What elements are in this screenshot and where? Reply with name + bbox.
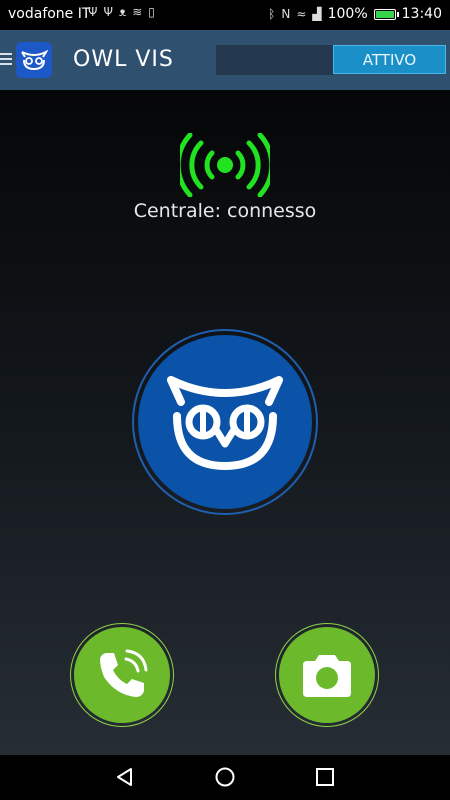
camera-icon: [303, 655, 351, 697]
battery-icon: [373, 8, 399, 20]
carrier-label: vodafone IT: [8, 6, 91, 22]
signal-broadcast-icon: [180, 133, 270, 197]
navigation-bar: [0, 755, 450, 800]
usb-icon: Ψ: [88, 5, 98, 19]
usb-icon: Ψ: [103, 5, 113, 19]
app-title: OWL VIS: [73, 47, 174, 72]
wifi-icon: ≈: [296, 7, 307, 21]
signal-bars-icon: ▟: [312, 7, 322, 21]
notification-icons: Ψ Ψ ᴥ ≋ ▯: [88, 5, 155, 19]
clock: 13:40: [401, 6, 442, 22]
back-icon[interactable]: [114, 766, 136, 788]
sound-icon: ≋: [132, 5, 143, 19]
app-bar: OWL VIS ATTIVO: [0, 30, 450, 90]
status-field: [216, 45, 334, 75]
call-button[interactable]: [70, 623, 174, 727]
owl-icon: [167, 376, 283, 471]
system-icons: ᛒ N ≈ ▟ 100% 13:40: [268, 6, 442, 22]
menu-icon[interactable]: [0, 53, 12, 68]
owl-logo-icon: [21, 49, 48, 71]
recent-apps-icon[interactable]: [314, 766, 336, 788]
battery-percent: 100%: [327, 6, 368, 22]
camera-button[interactable]: [275, 623, 379, 727]
owl-notification-icon: ᴥ: [118, 5, 127, 19]
main-panel: Centrale: connesso: [0, 90, 450, 755]
home-icon[interactable]: [214, 766, 236, 788]
active-status-button[interactable]: ATTIVO: [333, 45, 446, 74]
owl-main-button[interactable]: [132, 329, 318, 515]
connection-status: Centrale: connesso: [133, 200, 317, 222]
status-bar: vodafone IT Ψ Ψ ᴥ ≋ ▯ ᛒ N ≈ ▟ 100% 13:40: [0, 0, 450, 30]
phone-call-icon: [100, 649, 148, 697]
bluetooth-icon: ᛒ: [268, 7, 276, 21]
app-logo[interactable]: [16, 42, 52, 78]
nfc-icon: N: [281, 7, 291, 21]
sdcard-icon: ▯: [148, 5, 155, 19]
